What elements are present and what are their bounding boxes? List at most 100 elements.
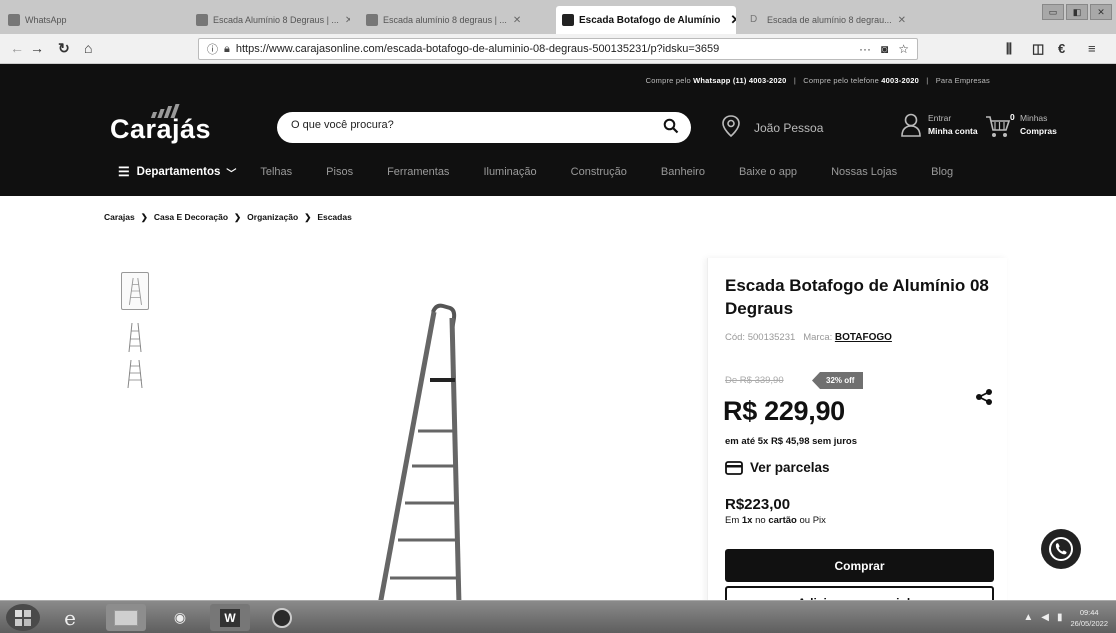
network-icon[interactable]: ▮ — [1057, 612, 1063, 623]
breadcrumb-item[interactable]: Escadas — [317, 212, 352, 222]
browser-tab-strip: WhatsApp Escada Alumínio 8 Degraus | ...… — [0, 0, 1116, 34]
menu-item-baixe-o-app[interactable]: Baixe o app — [739, 166, 797, 178]
search-icon[interactable] — [663, 118, 679, 138]
topline-whatsapp-link[interactable]: Whatsapp (11) 4003-2020 — [693, 76, 786, 85]
menu-item-telhas[interactable]: Telhas — [260, 166, 292, 178]
product-card: Escada Botafogo de Alumínio 08 Degraus C… — [707, 258, 1007, 619]
close-tab-icon[interactable]: ✕ — [730, 12, 736, 28]
breadcrumb-item[interactable]: Carajas — [104, 212, 135, 222]
user-icon[interactable] — [900, 112, 922, 138]
back-icon[interactable]: ← — [10, 40, 24, 56]
buy-button[interactable]: Comprar — [725, 549, 994, 582]
forward-icon[interactable]: → — [30, 40, 44, 56]
browser-navbar: ← → ↻ ⌂ ⓘ 🔒︎ https://www.carajasonline.c… — [0, 34, 1116, 64]
taskbar-explorer-icon[interactable] — [106, 604, 146, 631]
account-line1: Entrar — [928, 113, 952, 123]
product-thumbnail-3[interactable] — [121, 356, 149, 394]
breadcrumb-item[interactable]: Casa E Decoração — [154, 212, 228, 222]
pocket-icon[interactable]: ◙ — [881, 42, 888, 56]
cart-link[interactable]: Minhas Compras — [1020, 112, 1057, 138]
menu-item-ferramentas[interactable]: Ferramentas — [387, 166, 449, 178]
browser-tab-escada-3[interactable]: D Escada de alumínio 8 degrau... ✕ — [744, 6, 924, 34]
topline-phone-prefix: Compre pelo telefone — [803, 76, 879, 85]
cash-note: Em 1x no cartão ou Pix — [725, 515, 826, 526]
sidebar-icon[interactable]: ◫ — [1032, 41, 1044, 57]
whatsapp-icon — [1049, 537, 1073, 561]
taskbar-ie-icon[interactable]: e — [50, 604, 90, 631]
home-icon[interactable]: ⌂ — [84, 40, 92, 56]
main-menu: ☰ Departamentos ﹀ Telhas Pisos Ferrament… — [118, 164, 987, 180]
cash-note-count: 1x — [741, 515, 753, 526]
extension-icon[interactable]: € — [1058, 41, 1065, 56]
page-actions-icon[interactable]: ··· — [859, 42, 871, 56]
header-topline: Compre pelo Whatsapp (11) 4003-2020 | Co… — [645, 76, 990, 85]
menu-item-banheiro[interactable]: Banheiro — [661, 166, 705, 178]
product-thumbnail-2[interactable] — [121, 318, 149, 356]
cart-icon[interactable] — [984, 113, 1012, 139]
browser-tab-escada-2[interactable]: Escada alumínio 8 degraus | ... ✕ — [360, 6, 545, 34]
windows-logo-icon — [15, 609, 31, 626]
search-input[interactable] — [291, 119, 661, 131]
whatsapp-icon — [8, 14, 20, 26]
location-pin-icon[interactable] — [721, 114, 741, 138]
tab-label: WhatsApp — [25, 15, 67, 25]
cash-note-suffix: ou Pix — [799, 515, 826, 526]
volume-icon[interactable]: ◀ — [1041, 612, 1049, 623]
close-tab-icon[interactable]: ✕ — [345, 15, 350, 26]
breadcrumb-item[interactable]: Organização — [247, 212, 298, 222]
menu-item-blog[interactable]: Blog — [931, 166, 953, 178]
product-thumbnail-1[interactable] — [121, 272, 149, 310]
tab-label: Escada Alumínio 8 Degraus | ... — [213, 15, 339, 25]
departments-menu[interactable]: ☰ Departamentos ﹀ — [118, 164, 236, 180]
browser-tab-active[interactable]: Escada Botafogo de Alumínio ✕ — [556, 6, 736, 34]
browser-tab-escada-1[interactable]: Escada Alumínio 8 Degraus | ... ✕ — [190, 6, 350, 34]
start-button[interactable] — [6, 604, 40, 631]
close-window-icon[interactable]: ✕ — [1090, 4, 1112, 20]
whatsapp-floating-button[interactable] — [1041, 529, 1081, 569]
product-title: Escada Botafogo de Alumínio 08 Degraus — [725, 276, 989, 318]
location-label[interactable]: João Pessoa — [754, 121, 823, 135]
reload-icon[interactable]: ↻ — [58, 40, 70, 57]
chevron-right-icon: ❯ — [140, 212, 148, 222]
topline-companies-link[interactable]: Para Empresas — [936, 76, 990, 85]
close-tab-icon[interactable]: ✕ — [898, 15, 906, 26]
product-main-image — [377, 303, 462, 606]
menu-item-construcao[interactable]: Construção — [571, 166, 627, 178]
menu-icon[interactable]: ≡ — [1088, 41, 1096, 56]
taskbar-media-icon[interactable]: ◉ — [160, 604, 200, 631]
system-tray: ▲ ◀ ▮ 09:44 26/05/2022 — [1023, 603, 1108, 632]
info-icon[interactable]: ⓘ — [207, 41, 218, 57]
system-clock[interactable]: 09:44 26/05/2022 — [1070, 607, 1108, 629]
library-icon[interactable]: ⫼ — [1006, 41, 1012, 57]
brand-link[interactable]: BOTAFOGO — [835, 332, 892, 343]
close-tab-icon[interactable]: ✕ — [513, 15, 521, 26]
account-link[interactable]: Entrar Minha conta — [928, 112, 978, 138]
discount-badge: 32% off — [812, 372, 864, 389]
product-meta: Cód: 500135231 Marca: BOTAFOGO — [725, 332, 892, 343]
minimize-icon[interactable]: ▭ — [1042, 4, 1064, 20]
bookmark-star-icon[interactable]: ☆ — [898, 42, 909, 56]
tab-label: Escada de alumínio 8 degrau... — [767, 15, 892, 25]
site-logo[interactable]: Carajás — [110, 114, 211, 145]
tab-label: Escada Botafogo de Alumínio — [579, 14, 721, 26]
cart-count-badge: 0 — [1010, 112, 1015, 122]
topline-whatsapp-prefix: Compre pelo — [645, 76, 691, 85]
menu-item-iluminacao[interactable]: Iluminação — [483, 166, 536, 178]
address-bar[interactable]: ⓘ 🔒︎ https://www.carajasonline.com/escad… — [198, 38, 918, 60]
cash-price: R$223,00 — [725, 496, 791, 513]
breadcrumb: Carajas ❯ Casa E Decoração ❯ Organização ❯ Esc… — [104, 212, 352, 223]
cart-line2: Compras — [1020, 126, 1057, 136]
installments-link[interactable]: Ver parcelas — [725, 460, 830, 475]
tab-label: Escada alumínio 8 degraus | ... — [383, 15, 507, 25]
site-favicon-icon — [196, 14, 208, 26]
tray-expand-icon[interactable]: ▲ — [1023, 612, 1033, 623]
departments-label: Departamentos — [136, 166, 221, 178]
maximize-icon[interactable]: ◧ — [1066, 4, 1088, 20]
taskbar-word-icon[interactable]: W — [210, 604, 250, 631]
menu-item-pisos[interactable]: Pisos — [326, 166, 353, 178]
taskbar-browser-icon[interactable] — [262, 604, 302, 631]
browser-tab-whatsapp[interactable]: WhatsApp — [2, 6, 170, 34]
os-taskbar: e ◉ W ▲ ◀ ▮ 09:44 26/05/2022 — [0, 600, 1116, 633]
share-icon[interactable] — [975, 388, 993, 406]
menu-item-nossas-lojas[interactable]: Nossas Lojas — [831, 166, 897, 178]
